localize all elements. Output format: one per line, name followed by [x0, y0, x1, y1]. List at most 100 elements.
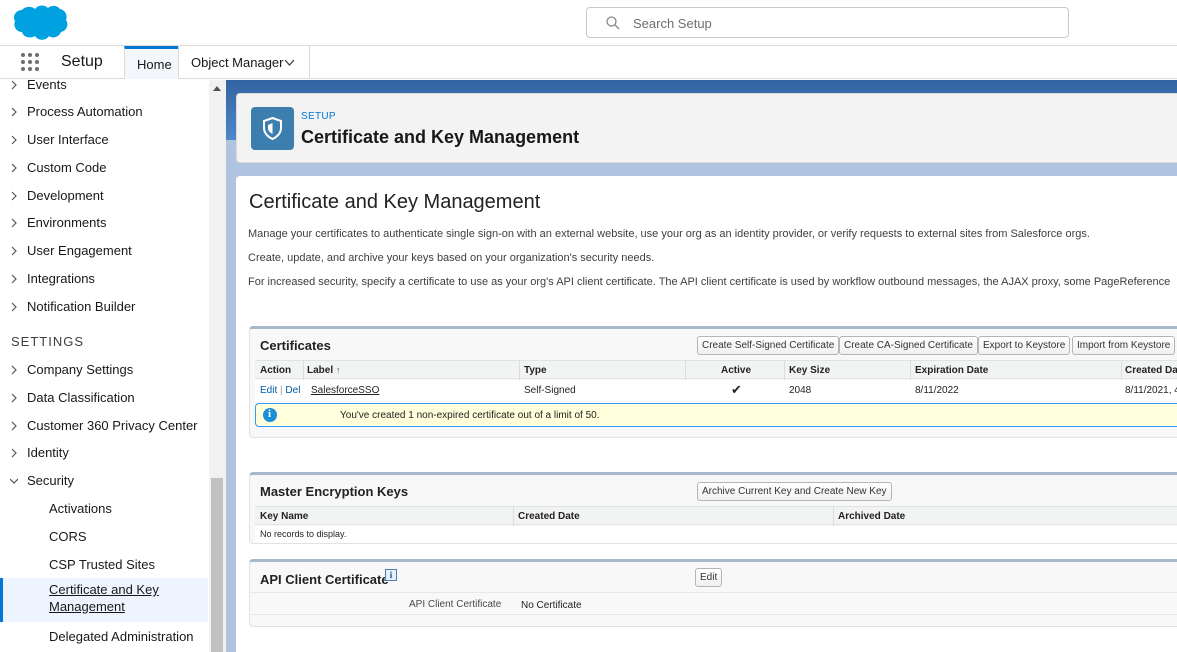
chevron-right-icon [11, 302, 17, 312]
import-from-keystore-button[interactable]: Import from Keystore [1072, 336, 1176, 355]
sidebar-item-label-line2: Management [49, 599, 125, 614]
export-to-keystore-button[interactable]: Export to Keystore [978, 336, 1071, 355]
empty-message: No records to display. [260, 529, 347, 539]
global-header [0, 0, 1177, 46]
sidebar-item-company-settings[interactable]: Company Settings [0, 357, 208, 383]
chevron-down-icon [10, 478, 18, 484]
description-text: Manage your certificates to authenticate… [248, 228, 1090, 240]
certificate-created: 8/11/2021, 4 [1125, 385, 1177, 396]
sidebar-item-label: Company Settings [27, 362, 134, 377]
empty-row: No records to display. [255, 526, 1177, 543]
setup-sidebar: Events Process Automation User Interface… [0, 80, 226, 652]
chevron-right-icon [11, 365, 17, 375]
sidebar-settings-heading: SETTINGS [11, 334, 85, 349]
sidebar-item-data-classification[interactable]: Data Classification [0, 385, 208, 411]
info-message: You've created 1 non-expired certificate… [255, 403, 1177, 427]
description-text: Create, update, and archive your keys ba… [248, 252, 655, 264]
scrollbar-thumb[interactable] [211, 478, 223, 652]
column-header-expiration-date: Expiration Date [915, 365, 989, 376]
sidebar-item-customer-360-privacy-center[interactable]: Customer 360 Privacy Center [0, 413, 208, 439]
chevron-right-icon [11, 246, 17, 256]
column-header-type: Type [524, 365, 547, 376]
sidebar-item-label: Notification Builder [27, 299, 136, 314]
archive-current-key-button[interactable]: Archive Current Key and Create New Key [697, 482, 892, 501]
column-header-created-date: Created Date [518, 511, 580, 522]
scroll-up-arrow-icon[interactable] [213, 86, 221, 91]
certificate-expiration: 8/11/2022 [915, 385, 959, 396]
chevron-right-icon [11, 393, 17, 403]
sidebar-item-user-engagement[interactable]: User Engagement [0, 238, 208, 264]
section-title: Master Encryption Keys [260, 484, 409, 499]
app-launcher-icon[interactable] [21, 53, 41, 73]
api-client-certificate-section: API Client Certificate i Edit API Client… [249, 559, 1177, 627]
table-header: Key Name Created Date Archived Date [255, 506, 1177, 526]
tab-object-manager[interactable]: Object Manager [178, 46, 310, 79]
sidebar-item-activations[interactable]: Activations [0, 496, 208, 522]
create-ca-signed-certificate-button[interactable]: Create CA-Signed Certificate [839, 336, 978, 355]
chevron-down-icon[interactable] [284, 57, 295, 68]
sidebar-item-delegated-administration[interactable]: Delegated Administration [0, 624, 208, 650]
certificate-key-size: 2048 [789, 385, 812, 396]
sidebar-item-label: Customer 360 Privacy Center [27, 418, 198, 433]
chevron-right-icon [11, 107, 17, 117]
page-header-title: Certificate and Key Management [301, 127, 580, 147]
sidebar-item-development[interactable]: Development [0, 183, 208, 209]
certificate-label-link[interactable]: SalesforceSSO [311, 385, 379, 396]
tab-label: Object Manager [191, 55, 284, 70]
sidebar-item-label-line1: Certificate and Key [49, 582, 159, 597]
chevron-right-icon [11, 448, 17, 458]
certificates-section: Certificates Create Self-Signed Certific… [249, 326, 1177, 438]
table-header: Action Label ↑ Type Active Key Size Expi… [255, 360, 1177, 380]
sidebar-item-events[interactable]: Events [0, 80, 208, 98]
search-box[interactable] [586, 7, 1069, 38]
info-message-text: You've created 1 non-expired certificate… [340, 410, 600, 421]
sidebar-item-label: Events [27, 80, 67, 92]
sidebar-item-label: Data Classification [27, 390, 135, 405]
chevron-right-icon [11, 274, 17, 284]
edit-link[interactable]: Edit [260, 385, 277, 396]
edit-button[interactable]: Edit [695, 568, 723, 587]
help-icon[interactable]: i [385, 569, 397, 581]
sidebar-item-integrations[interactable]: Integrations [0, 266, 208, 292]
chevron-right-icon [11, 135, 17, 145]
sidebar-item-label: CORS [49, 529, 87, 544]
app-nav-bar: Setup Home Object Manager [0, 46, 1177, 79]
detail-row: API Client Certificate No Certificate [250, 592, 1177, 615]
tab-home[interactable]: Home [124, 46, 179, 79]
search-icon [606, 16, 620, 30]
breadcrumb[interactable]: SETUP [301, 111, 336, 122]
column-header-label[interactable]: Label ↑ [307, 365, 340, 376]
chevron-right-icon [11, 163, 17, 173]
chevron-right-icon [11, 421, 17, 431]
sidebar-item-notification-builder[interactable]: Notification Builder [0, 294, 208, 320]
sidebar-item-process-automation[interactable]: Process Automation [0, 99, 208, 125]
sidebar-item-label: Activations [49, 501, 112, 516]
chevron-right-icon [11, 80, 17, 90]
sidebar-item-custom-code[interactable]: Custom Code [0, 155, 208, 181]
page-header: SETUP Certificate and Key Management [236, 93, 1177, 163]
salesforce-logo[interactable] [12, 4, 68, 42]
sidebar-item-label: Development [27, 188, 104, 203]
sidebar-item-certificate-and-key-management[interactable]: Certificate and Key Management [0, 578, 208, 622]
sidebar-item-user-interface[interactable]: User Interface [0, 127, 208, 153]
column-header-archived-date: Archived Date [838, 511, 906, 522]
sidebar-item-csp-trusted-sites[interactable]: CSP Trusted Sites [0, 552, 208, 578]
main-area: SETUP Certificate and Key Management Cer… [226, 80, 1177, 652]
sidebar-item-environments[interactable]: Environments [0, 210, 208, 236]
chevron-right-icon [11, 191, 17, 201]
sidebar-item-identity[interactable]: Identity [0, 440, 208, 466]
table-row: Edit | Del SalesforceSSO Self-Signed ✔ 2… [255, 380, 1177, 401]
column-header-active: Active [721, 365, 752, 376]
sidebar-item-security[interactable]: Security [0, 468, 208, 494]
master-encryption-keys-section: Master Encryption Keys Archive Current K… [249, 472, 1177, 544]
field-label: API Client Certificate [409, 599, 502, 610]
sidebar-item-cors[interactable]: CORS [0, 524, 208, 550]
delete-link[interactable]: Del [285, 385, 300, 396]
sidebar-scrollbar[interactable] [209, 80, 226, 652]
chevron-right-icon [11, 218, 17, 228]
info-icon [263, 408, 277, 422]
section-title: Certificates [260, 338, 331, 353]
page-title: Certificate and Key Management [249, 191, 541, 213]
search-input[interactable] [633, 13, 1053, 33]
create-self-signed-certificate-button[interactable]: Create Self-Signed Certificate [697, 336, 840, 355]
